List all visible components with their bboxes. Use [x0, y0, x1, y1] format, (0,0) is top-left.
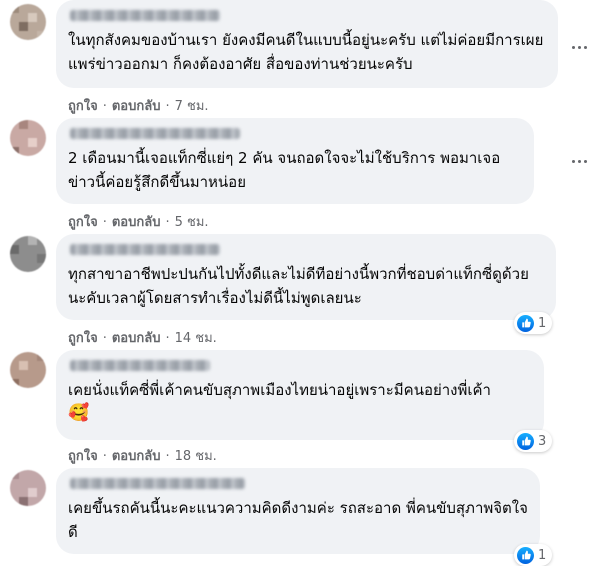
comment-text: เคยขึ้นรถคันนี้นะคะแนวความคิดดีงามค่ะ รถ…	[68, 499, 528, 541]
comment-time[interactable]: 7 ชม.	[175, 99, 209, 114]
more-options-button[interactable]	[566, 34, 592, 60]
reply-action[interactable]: ตอบกลับ	[112, 449, 161, 464]
comment-bubble: เคยนั่งแท็คซี่พี่เค้าคนขับสุภาพเมืองไทยน…	[56, 350, 544, 440]
comment-author[interactable]	[68, 358, 532, 374]
reaction-summary[interactable]: 1	[514, 544, 553, 566]
comment-meta: ถูกใจ · ตอบกลับ · 7 ชม.	[68, 99, 209, 114]
comment-meta: ถูกใจ · ตอบกลับ · 18 ชม.	[68, 449, 217, 464]
reply-action[interactable]: ตอบกลับ	[112, 215, 161, 230]
comment-meta: ถูกใจ · ตอบกลับ · 5 ชม.	[68, 215, 209, 230]
comment-author[interactable]	[68, 8, 546, 24]
avatar[interactable]	[10, 352, 46, 388]
comment-time[interactable]: 18 ชม.	[175, 449, 217, 464]
reply-action[interactable]: ตอบกลับ	[112, 331, 161, 346]
emoji-heart-face: 🥰	[68, 403, 90, 423]
reaction-count: 1	[538, 547, 547, 563]
comment-time[interactable]: 14 ชม.	[175, 331, 217, 346]
dot-icon	[583, 45, 587, 49]
more-options-button[interactable]	[566, 148, 592, 174]
comment-author[interactable]	[68, 126, 522, 142]
comment-bubble: 2 เดือนมานี้เจอแท็กซี่แย่ๆ 2 คัน จนถอดใจ…	[56, 118, 534, 204]
avatar[interactable]	[10, 470, 46, 506]
comment-meta: ถูกใจ · ตอบกลับ · 14 ชม.	[68, 331, 217, 346]
like-reaction-icon	[517, 432, 534, 450]
dot-icon	[577, 45, 581, 49]
reaction-summary[interactable]: 1	[514, 312, 553, 334]
comment-bubble: ในทุกสังคมของบ้านเรา ยังคงมีคนดีในแบบนี้…	[56, 0, 558, 88]
like-action[interactable]: ถูกใจ	[68, 449, 98, 464]
avatar[interactable]	[10, 4, 46, 40]
comment-text: 2 เดือนมานี้เจอแท็กซี่แย่ๆ 2 คัน จนถอดใจ…	[68, 149, 501, 191]
reaction-count: 3	[538, 433, 547, 449]
like-action[interactable]: ถูกใจ	[68, 99, 98, 114]
like-action[interactable]: ถูกใจ	[68, 331, 98, 346]
reaction-count: 1	[538, 315, 547, 331]
comment-bubble: ทุกสาขาอาชีพปะปนกันไปทั้งดีและไม่ดีทีอย่…	[56, 234, 556, 320]
comment-text: ทุกสาขาอาชีพปะปนกันไปทั้งดีและไม่ดีทีอย่…	[68, 265, 529, 307]
like-reaction-icon	[517, 314, 534, 332]
avatar[interactable]	[10, 236, 46, 272]
comment-author[interactable]	[68, 476, 528, 492]
dot-icon	[577, 159, 581, 163]
comment-time[interactable]: 5 ชม.	[175, 215, 209, 230]
comment-text: เคยนั่งแท็คซี่พี่เค้าคนขับสุภาพเมืองไทยน…	[68, 381, 491, 399]
dot-icon	[583, 159, 587, 163]
comment-bubble: เคยขึ้นรถคันนี้นะคะแนวความคิดดีงามค่ะ รถ…	[56, 468, 540, 554]
like-reaction-icon	[517, 546, 534, 564]
reaction-summary[interactable]: 3	[514, 430, 553, 452]
avatar[interactable]	[10, 120, 46, 156]
reply-action[interactable]: ตอบกลับ	[112, 99, 161, 114]
comment-text: ในทุกสังคมของบ้านเรา ยังคงมีคนดีในแบบนี้…	[68, 31, 544, 73]
dot-icon	[571, 45, 575, 49]
like-action[interactable]: ถูกใจ	[68, 215, 98, 230]
comment-author[interactable]	[68, 242, 544, 258]
dot-icon	[571, 159, 575, 163]
